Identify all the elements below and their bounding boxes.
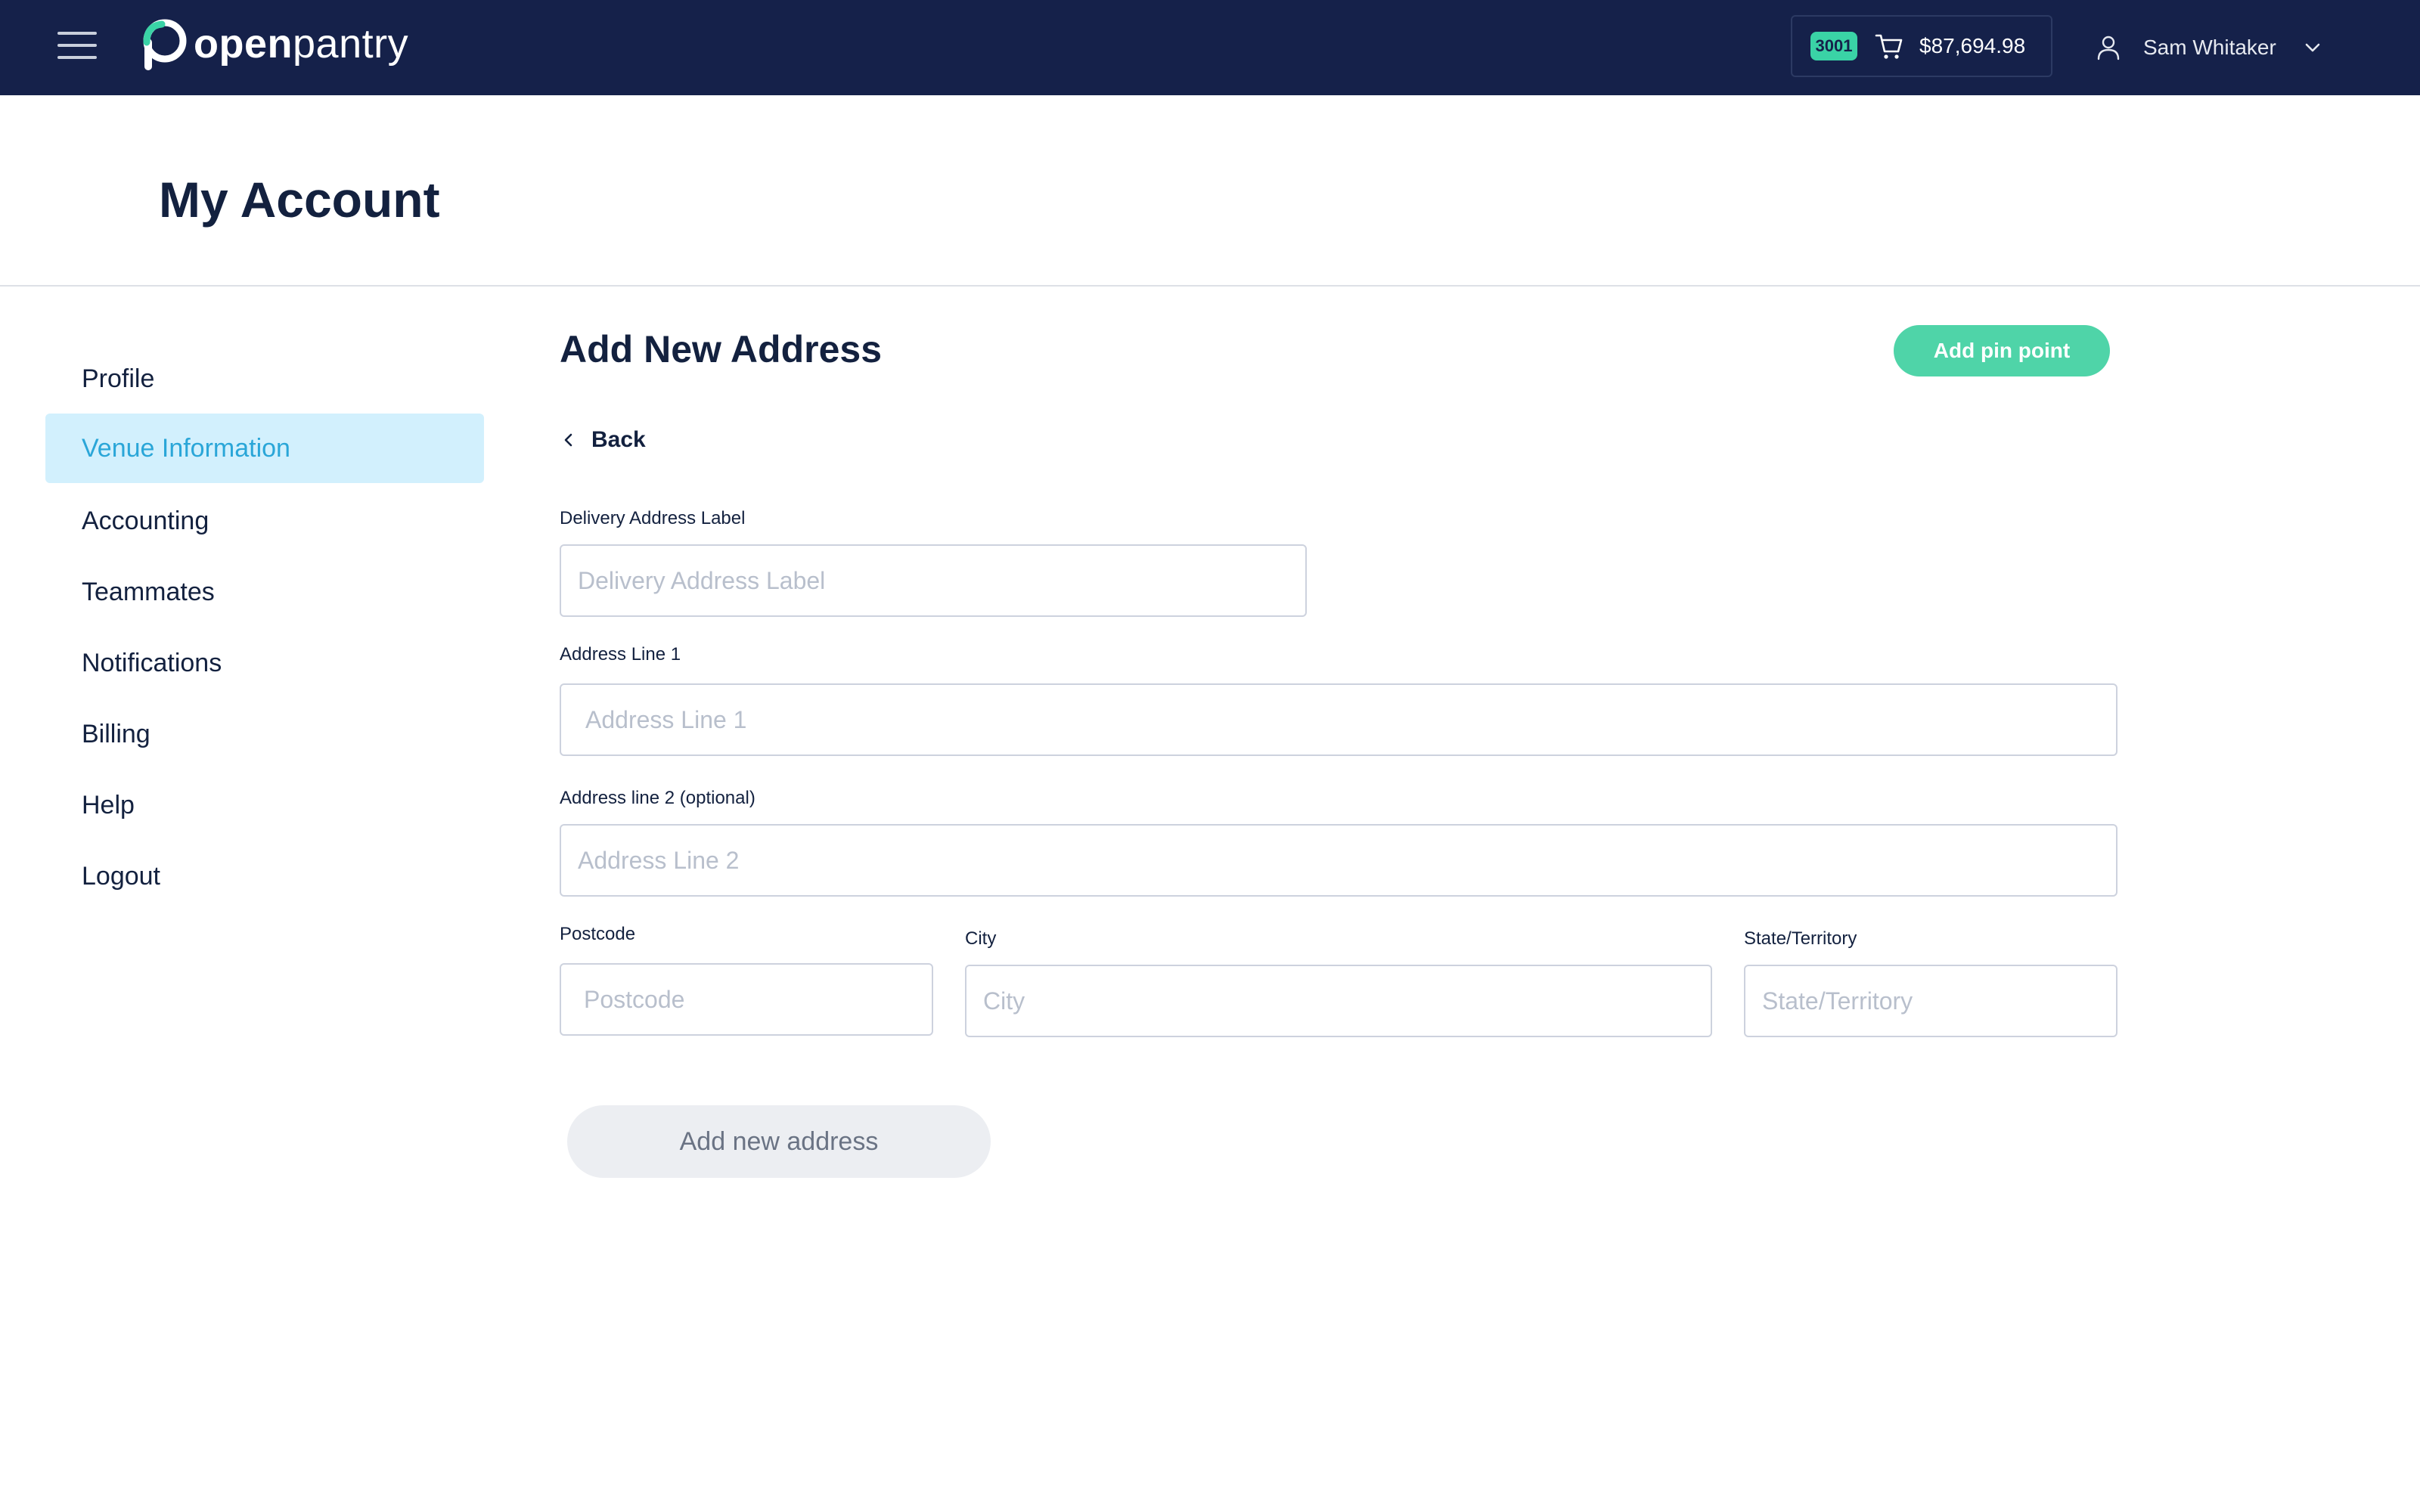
logo-mark-icon [143,19,187,70]
sidebar-item-notifications[interactable]: Notifications [45,628,484,698]
cart-icon [1875,34,1903,59]
back-link[interactable]: Back [560,423,646,457]
postcode-input[interactable] [560,963,933,1036]
sidebar-item-help[interactable]: Help [45,770,484,840]
sidebar-item-accounting[interactable]: Accounting [45,486,484,556]
city-label: City [965,928,997,949]
address-line2-input[interactable] [560,824,2118,897]
add-pin-point-button[interactable]: Add pin point [1894,325,2110,376]
cart-count-badge: 3001 [1810,32,1857,60]
logo-wordmark: openpantry [194,21,409,67]
delivery-label-input[interactable] [560,544,1307,617]
top-nav-bar: openpantry 3001 $87,694.98 Sam Whitaker [0,0,2420,95]
user-menu[interactable]: Sam Whitaker [2095,30,2323,65]
user-icon [2097,36,2120,60]
add-new-address-button[interactable]: Add new address [567,1105,991,1178]
sidebar-item-profile[interactable]: Profile [45,344,484,414]
postcode-label: Postcode [560,924,636,944]
sidebar-item-logout[interactable]: Logout [45,841,484,911]
cart-total: $87,694.98 [1919,34,2026,57]
openpantry-logo[interactable]: openpantry [138,17,408,71]
address-line1-label: Address Line 1 [560,644,681,665]
address-line1-input[interactable] [560,683,2118,756]
delivery-label-label: Delivery Address Label [560,508,746,528]
cart-summary-button[interactable]: 3001 $87,694.98 [1791,15,2052,77]
page-title: My Account [159,172,440,228]
state-territory-input[interactable] [1744,965,2118,1037]
chevron-left-icon [564,433,572,447]
sidebar-item-teammates[interactable]: Teammates [45,557,484,627]
state-territory-label: State/Territory [1744,928,1857,949]
chevron-down-icon[interactable] [2302,37,2323,58]
header-divider [0,285,2420,287]
sidebar-item-billing[interactable]: Billing [45,699,484,769]
city-input[interactable] [965,965,1712,1037]
sidebar-item-venue-information[interactable]: Venue Information [45,414,484,483]
user-name: Sam Whitaker [2143,36,2276,59]
form-title: Add New Address [560,328,883,370]
back-label: Back [591,427,646,452]
hamburger-icon[interactable] [57,29,97,62]
address-line2-label: Address line 2 (optional) [560,788,755,808]
